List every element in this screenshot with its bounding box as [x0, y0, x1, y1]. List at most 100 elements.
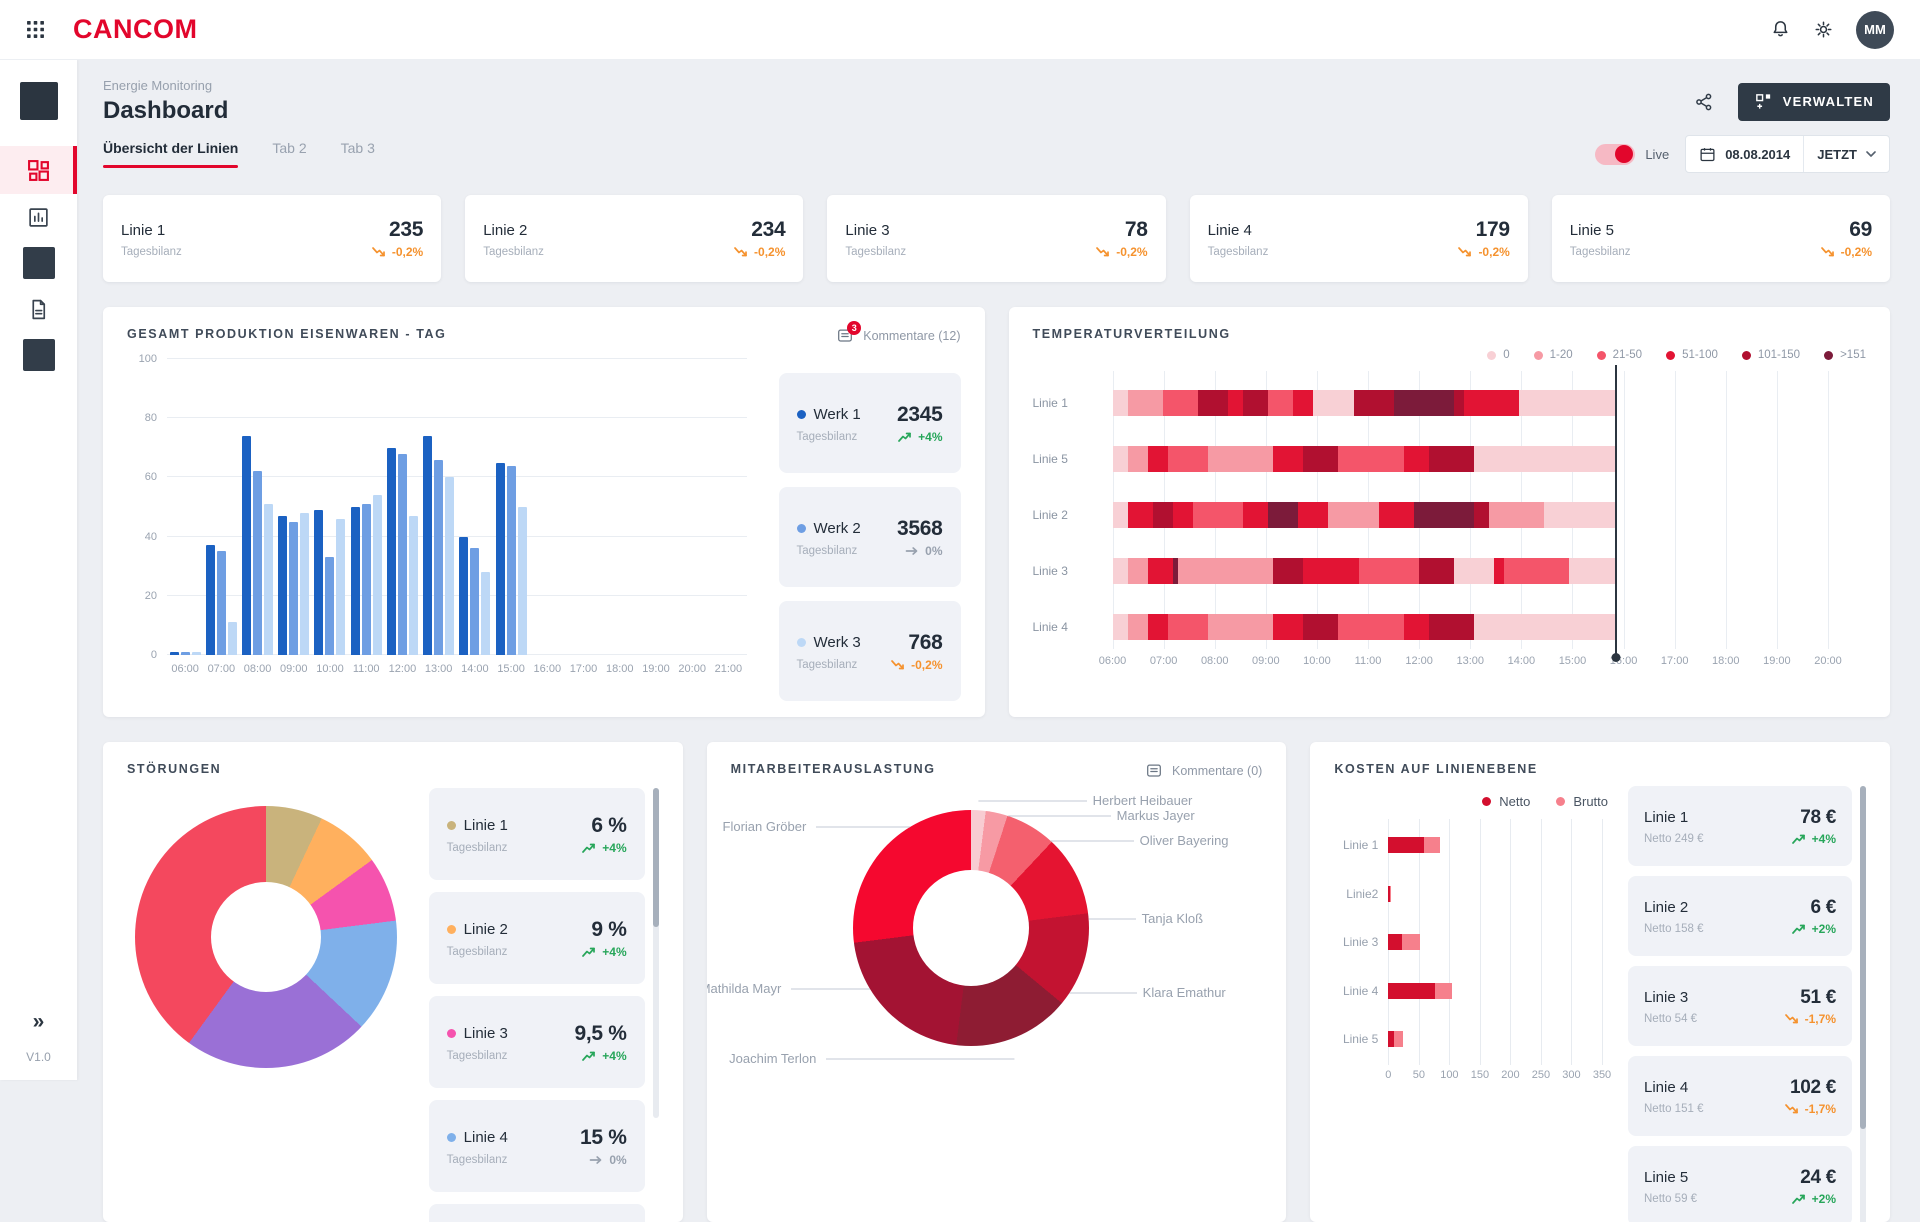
- heatmap-segment: [1128, 390, 1163, 416]
- bar-group: [710, 359, 746, 655]
- bar: [192, 652, 201, 655]
- bar-segment: [1394, 1031, 1403, 1047]
- kpi-card: Linie 569Tagesbilanz-0,2%: [1552, 195, 1890, 282]
- x-axis-label: 18:00: [602, 663, 638, 683]
- stat-name: Werk 2: [797, 520, 861, 537]
- legend-dot: [1824, 351, 1833, 360]
- stat-delta: -0,2%: [1458, 245, 1509, 259]
- share-icon[interactable]: [1694, 92, 1714, 112]
- sidebar-item-3[interactable]: [0, 240, 77, 286]
- bar: [507, 466, 516, 655]
- bar: [325, 557, 334, 655]
- trend-up-icon: [582, 842, 596, 854]
- settings-gear-icon[interactable]: [1813, 19, 1834, 40]
- heatmap-row-label: Linie 4: [1033, 620, 1113, 634]
- calendar-icon: [1699, 146, 1716, 163]
- scrollbar-thumb[interactable]: [1860, 786, 1866, 1129]
- tab--bersicht-der-linien[interactable]: Übersicht der Linien: [103, 140, 238, 168]
- x-axis-label: 15:00: [1559, 655, 1587, 667]
- heatmap-segment: [1419, 558, 1454, 584]
- sidebar-item-reports[interactable]: [0, 286, 77, 332]
- series-color-dot: [797, 524, 806, 533]
- live-toggle[interactable]: Live: [1595, 144, 1669, 165]
- heatmap-segment: [1394, 390, 1454, 416]
- x-axis-label: 100: [1440, 1069, 1458, 1081]
- stat-sublabel: Tagesbilanz: [447, 1050, 508, 1062]
- stat-value: 9,5 %: [574, 1022, 626, 1046]
- cancom-logo[interactable]: CANCOM: [73, 14, 198, 45]
- sidebar-item-5[interactable]: [0, 332, 77, 378]
- bar: [289, 522, 298, 655]
- toggle-switch[interactable]: [1595, 144, 1635, 165]
- comments-label: Kommentare (0): [1172, 764, 1262, 778]
- panel-kosten: KOSTEN AUF LINIENEBENE NettoBrutto Linie…: [1310, 742, 1890, 1222]
- legend-label: Brutto: [1573, 794, 1608, 809]
- bar-group: [493, 359, 529, 655]
- x-axis-label: 20:00: [1814, 655, 1842, 667]
- temperatur-legend: 01-2021-5051-100101-150>151: [1033, 349, 1867, 361]
- bar: [423, 436, 432, 655]
- tab-tab-3[interactable]: Tab 3: [341, 140, 375, 168]
- bar: [278, 516, 287, 655]
- tab-label: Übersicht der Linien: [103, 140, 238, 156]
- x-axis-label: 20:00: [674, 663, 710, 683]
- scrollbar-track: [1860, 786, 1866, 1222]
- legend-label: Netto: [1499, 794, 1530, 809]
- stat-value: 78: [1125, 218, 1148, 242]
- legend-item: Brutto: [1556, 794, 1608, 809]
- date-picker[interactable]: 08.08.2014: [1686, 136, 1803, 172]
- sidebar-expand-icon[interactable]: »: [0, 1010, 77, 1034]
- bar: [434, 460, 443, 655]
- tab-label: Tab 2: [272, 140, 306, 156]
- heatmap-segment: [1193, 502, 1243, 528]
- x-axis-label: 21:00: [710, 663, 746, 683]
- verwalten-button[interactable]: VERWALTEN: [1738, 83, 1890, 121]
- notifications-bell-icon[interactable]: [1770, 19, 1791, 40]
- stat-name: Linie 2: [447, 921, 508, 938]
- stat-name: Linie 1: [1644, 809, 1688, 826]
- scrollbar-thumb[interactable]: [653, 788, 659, 927]
- kosten-list: Linie 178 €Netto 249 €+4%Linie 26 €Netto…: [1628, 786, 1866, 1222]
- bar-segment: [1424, 837, 1440, 853]
- x-axis-label: 14:00: [457, 663, 493, 683]
- trend-up-icon: [898, 431, 912, 443]
- heatmap-row: Linie 2: [1033, 487, 1829, 543]
- trend-up-icon: [582, 1050, 596, 1062]
- x-axis-label: 06:00: [1099, 655, 1127, 667]
- heatmap-segment: [1519, 390, 1614, 416]
- temperatur-heatmap: Linie 1Linie 5Linie 2Linie 3Linie 406:00…: [1033, 375, 1867, 675]
- current-time-marker[interactable]: [1615, 365, 1617, 657]
- kosten-list-item: Linie 351 €Netto 54 €-1,7%: [1628, 966, 1852, 1046]
- bar: [398, 454, 407, 655]
- heatmap-segment: [1474, 502, 1489, 528]
- app-menu-icon[interactable]: [26, 20, 45, 39]
- donut-hole: [211, 882, 321, 992]
- stat-name: Linie 4: [447, 1129, 508, 1146]
- stat-sublabel: Netto 151 €: [1644, 1103, 1703, 1115]
- stat-name: Linie 3: [447, 1025, 508, 1042]
- user-avatar[interactable]: MM: [1856, 11, 1894, 49]
- heatmap-row-label: Linie 3: [1033, 564, 1113, 578]
- comments-button-mitarbeiter[interactable]: Kommentare (0): [1145, 762, 1262, 780]
- heatmap-segment: [1464, 390, 1519, 416]
- stat-delta: +4%: [898, 430, 942, 444]
- pie-slice-label: Oliver Bayering: [1140, 833, 1229, 848]
- sidebar-item-charts[interactable]: [0, 194, 77, 240]
- heatmap-segment: [1128, 502, 1153, 528]
- stat-name: Linie 1: [447, 817, 508, 834]
- tab-tab-2[interactable]: Tab 2: [272, 140, 306, 168]
- comments-button-produktion[interactable]: 3 Kommentare (12): [836, 327, 960, 345]
- heatmap-segment: [1328, 502, 1378, 528]
- sidebar-item-dashboard[interactable]: [0, 146, 77, 194]
- bar: [300, 513, 309, 655]
- series-color-dot: [447, 925, 456, 934]
- stoerungen-list-item: Linie 29 %Tagesbilanz+4%: [429, 892, 645, 984]
- current-time-dot: [1611, 653, 1620, 662]
- range-dropdown[interactable]: JETZT: [1804, 136, 1889, 172]
- sidebar-logo-placeholder[interactable]: [20, 82, 58, 120]
- heatmap-row: Linie 3: [1033, 543, 1829, 599]
- heatmap-segment: [1273, 446, 1303, 472]
- heatmap-segment: [1168, 446, 1208, 472]
- heatmap-segment: [1148, 558, 1173, 584]
- heatmap-segment: [1113, 502, 1128, 528]
